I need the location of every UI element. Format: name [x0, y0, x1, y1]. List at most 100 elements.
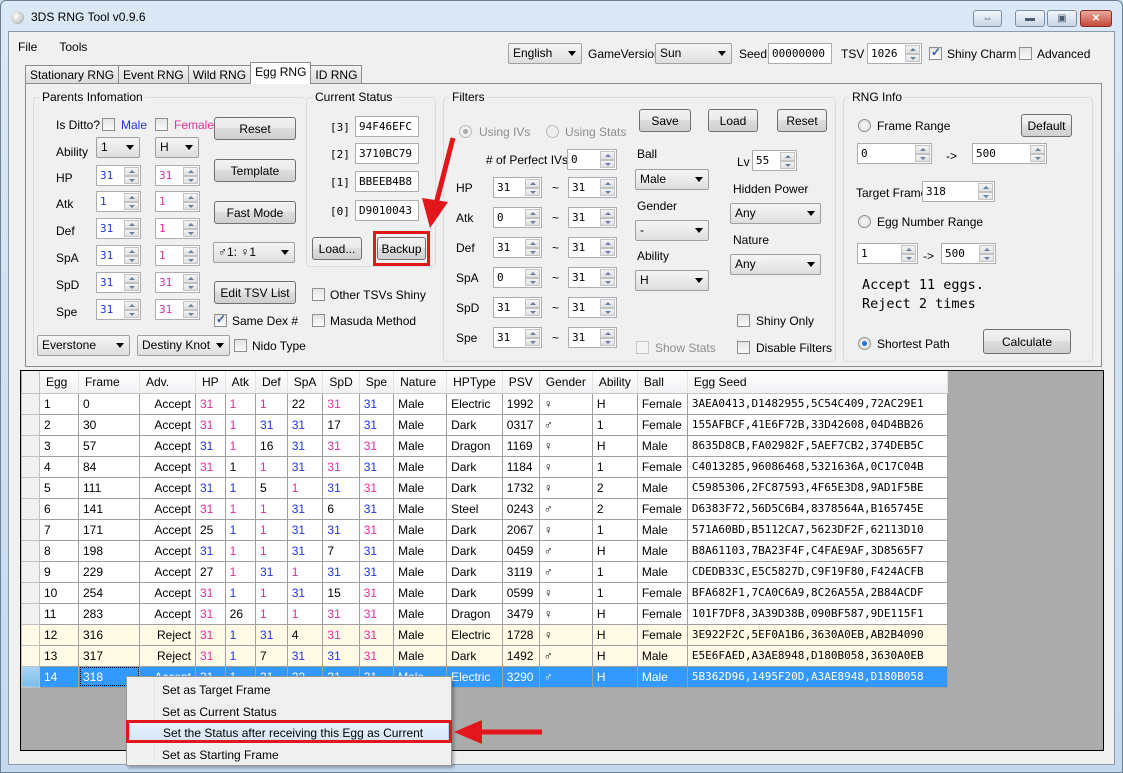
menu-item-set-target-frame[interactable]: Set as Target Frame [129, 679, 449, 700]
menu-item-set-current-status[interactable]: Set as Current Status [129, 701, 449, 722]
using-stats-radio[interactable] [546, 125, 559, 138]
column-header[interactable]: Nature [393, 371, 448, 394]
table-row[interactable]: 2 30 Accept 31 1 31 31 17 31 Male Dark 0317 ♂ 1… [21, 413, 948, 436]
spinner[interactable] [124, 301, 139, 318]
status-value-input[interactable]: 3710BC79 [355, 143, 419, 164]
frame-range-radio[interactable] [858, 119, 871, 132]
gender-select[interactable]: - [635, 220, 709, 241]
row-header[interactable] [21, 518, 40, 541]
female-iv-input[interactable]: 31 [155, 299, 200, 320]
spinner[interactable] [525, 299, 540, 316]
row-header[interactable] [21, 623, 40, 646]
spinner[interactable] [978, 183, 993, 200]
column-header[interactable]: Spe [359, 371, 395, 394]
calculate-button[interactable]: Calculate [983, 329, 1071, 354]
spinner[interactable] [1030, 145, 1045, 162]
male-iv-input[interactable]: 31 [96, 218, 141, 239]
filters-load-button[interactable]: Load [708, 109, 758, 132]
female-item-select[interactable]: Destiny Knot [137, 335, 230, 356]
iv-min-input[interactable]: 31 [493, 177, 542, 198]
spinner[interactable] [525, 239, 540, 256]
male-ability-select[interactable]: 1 [96, 137, 140, 158]
iv-max-input[interactable]: 31 [568, 207, 617, 228]
row-header[interactable] [21, 392, 40, 415]
column-header[interactable]: Frame [78, 371, 140, 394]
parents-reset-button[interactable]: Reset [214, 117, 296, 140]
fast-mode-button[interactable]: Fast Mode [214, 201, 296, 224]
egg-max-input[interactable]: 500 [941, 243, 996, 264]
masuda-checkbox[interactable] [312, 314, 325, 327]
spinner[interactable] [901, 245, 916, 262]
iv-max-input[interactable]: 31 [568, 297, 617, 318]
egg-min-input[interactable]: 1 [857, 243, 918, 264]
maximize-icon[interactable]: ▣ [1047, 10, 1077, 27]
table-row[interactable]: 5 111 Accept 31 1 5 1 31 31 Male Dark 1732 ♀ 2 … [21, 476, 948, 499]
male-item-select[interactable]: Everstone [37, 335, 130, 356]
male-iv-input[interactable]: 31 [96, 165, 141, 186]
other-tsvs-checkbox[interactable] [312, 288, 325, 301]
column-header[interactable]: Adv. [139, 371, 196, 394]
row-header[interactable] [21, 644, 40, 667]
frame-min-input[interactable]: 0 [857, 143, 932, 164]
spinner[interactable] [183, 220, 198, 237]
male-iv-input[interactable]: 1 [96, 191, 141, 212]
spinner[interactable] [183, 301, 198, 318]
minimize-icon[interactable]: ▬ [1015, 10, 1045, 27]
male-iv-input[interactable]: 31 [96, 272, 141, 293]
iv-min-input[interactable]: 31 [493, 237, 542, 258]
iv-min-input[interactable]: 0 [493, 267, 542, 288]
tab-event-rng[interactable]: Event RNG [118, 65, 189, 83]
iv-max-input[interactable]: 31 [568, 327, 617, 348]
same-dex-checkbox[interactable] [214, 312, 227, 327]
female-iv-input[interactable]: 1 [155, 245, 200, 266]
column-header[interactable]: HPType [446, 371, 503, 394]
row-header[interactable] [21, 581, 40, 604]
iv-min-input[interactable]: 0 [493, 207, 542, 228]
spinner[interactable] [183, 247, 198, 264]
spinner[interactable] [600, 329, 615, 346]
spinner[interactable] [183, 274, 198, 291]
gender-ratio-select[interactable]: ♂1: ♀1 [213, 242, 295, 263]
table-row[interactable]: 10 254 Accept 31 1 1 31 15 31 Male Dark 0599 ♀ … [21, 581, 948, 604]
advanced-checkbox[interactable] [1019, 47, 1032, 60]
column-header[interactable]: SpD [322, 371, 360, 394]
spinner[interactable] [124, 274, 139, 291]
column-header[interactable]: Atk [225, 371, 257, 394]
female-ability-select[interactable]: H [155, 137, 199, 158]
female-ditto-checkbox[interactable] [155, 118, 168, 131]
template-button[interactable]: Template [214, 159, 296, 182]
spinner[interactable] [525, 329, 540, 346]
tab-wild-rng[interactable]: Wild RNG [187, 65, 252, 83]
hidden-power-select[interactable]: Any [730, 203, 821, 224]
spinner[interactable] [183, 193, 198, 210]
column-header[interactable]: PSV [502, 371, 540, 394]
table-row[interactable]: 4 84 Accept 31 1 1 31 31 31 Male Dark 1184 ♀ 1 … [21, 455, 948, 478]
column-header[interactable]: Def [255, 371, 288, 394]
status-value-input[interactable]: BBEEB4B8 [355, 171, 419, 192]
column-header[interactable]: Egg [39, 371, 79, 394]
column-header[interactable]: Ball [637, 371, 688, 394]
spinner[interactable] [979, 245, 994, 262]
iv-min-input[interactable]: 31 [493, 327, 542, 348]
spinner[interactable] [600, 179, 615, 196]
table-row[interactable]: 7 171 Accept 25 1 1 31 31 31 Male Dark 2067 ♀ 1… [21, 518, 948, 541]
tab-id-rng[interactable]: ID RNG [310, 65, 363, 83]
lv-input[interactable]: 55 [752, 150, 797, 171]
spinner[interactable] [525, 209, 540, 226]
spinner[interactable] [915, 145, 930, 162]
spinner[interactable] [525, 269, 540, 286]
table-row[interactable]: 6 141 Accept 31 1 1 31 6 31 Male Steel 0243 ♂ 2… [21, 497, 948, 520]
close-icon[interactable]: ✕ [1080, 10, 1112, 27]
column-header[interactable]: HP [195, 371, 226, 394]
tsv-input[interactable]: 1026 [867, 43, 922, 64]
menu-tools[interactable]: Tools [59, 40, 87, 54]
table-row[interactable]: 9 229 Accept 27 1 31 1 31 31 Male Dark 3119 ♂ 1… [21, 560, 948, 583]
row-header[interactable] [21, 434, 40, 457]
table-row[interactable]: 12 316 Reject 31 1 31 4 31 31 Male Electric 172… [21, 623, 948, 646]
spinner[interactable] [600, 299, 615, 316]
male-iv-input[interactable]: 31 [96, 245, 141, 266]
spinner[interactable] [124, 167, 139, 184]
using-ivs-radio[interactable] [459, 125, 472, 138]
spinner[interactable] [600, 239, 615, 256]
female-iv-input[interactable]: 1 [155, 218, 200, 239]
